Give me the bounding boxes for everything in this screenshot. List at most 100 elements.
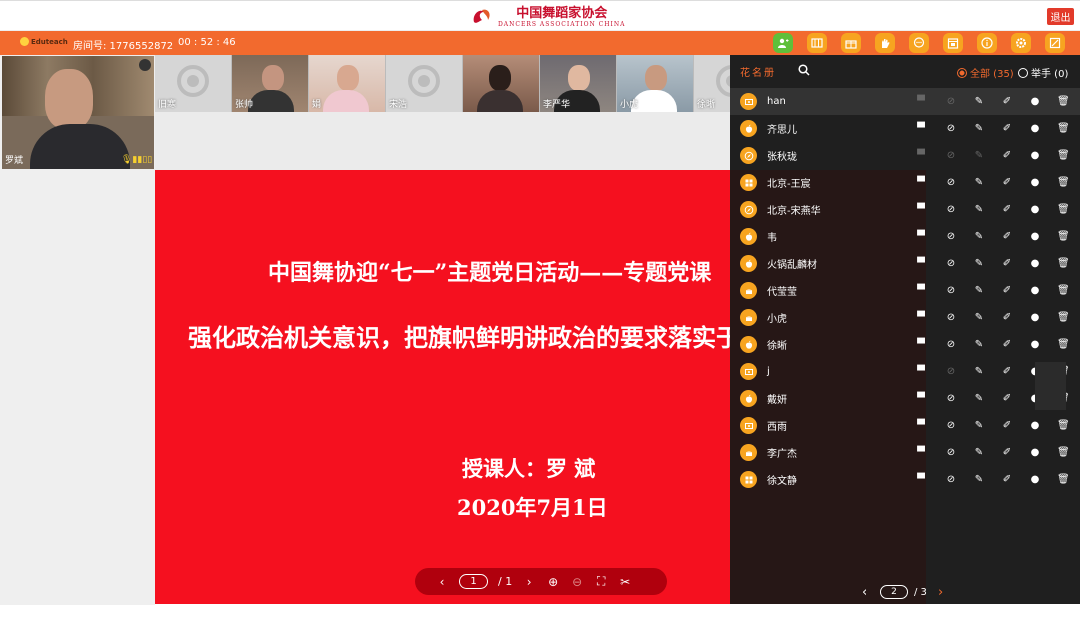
mic-toggle-icon[interactable]: ✎ [973,231,985,242]
search-icon[interactable] [798,64,810,76]
prev-page-icon[interactable]: ‹ [435,575,449,589]
chat-permission-icon[interactable]: ● [1029,123,1041,134]
remove-user-icon[interactable]: 🗑 [1057,204,1070,215]
remove-user-icon[interactable]: 🗑 [1057,420,1070,431]
stage-icon[interactable]: ▀ [915,474,927,485]
roster-row[interactable]: 代莹莹 ▀ ⊘ ✎ ✐ ● 🗑 [730,277,1080,304]
gift-icon[interactable] [841,33,861,53]
fit-screen-icon[interactable]: ⛶ [594,574,608,589]
camera-toggle-icon[interactable]: ⊘ [945,312,957,323]
mic-toggle-icon[interactable]: ✎ [973,447,985,458]
remove-user-icon[interactable]: 🗑 [1057,123,1070,134]
zoom-in-icon[interactable]: ⊕ [546,575,560,589]
stage-icon[interactable]: ▀ [915,339,927,350]
presentation-slide[interactable]: 中国舞协迎“七一”主题党日活动——专题党课 强化政治机关意识，把旗帜鲜明讲政治的… [155,170,730,604]
mic-toggle-icon[interactable]: ✎ [973,285,985,296]
camera-toggle-icon[interactable]: ⊘ [945,474,957,485]
chat-permission-icon[interactable]: ● [1029,204,1041,215]
mic-toggle-icon[interactable]: ✎ [973,339,985,350]
camera-toggle-icon[interactable]: ⊘ [945,447,957,458]
remove-user-icon[interactable]: 🗑 [1057,150,1070,161]
mic-toggle-icon[interactable]: ✎ [973,96,985,107]
roster-page-input[interactable]: 2 [880,585,908,599]
stage-icon[interactable]: ▀ [915,393,927,404]
draw-permission-icon[interactable]: ✐ [1001,96,1013,107]
camera-toggle-icon[interactable]: ⊘ [945,177,957,188]
roster-row[interactable]: 张秋珑 ▀ ⊘ ✎ ✐ ● 🗑 [730,142,1080,169]
zoom-out-icon[interactable]: ⊖ [570,575,584,589]
roster-row[interactable]: 徐文静 ▀ ⊘ ✎ ✐ ● 🗑 [730,466,1080,493]
chat-permission-icon[interactable]: ● [1029,231,1041,242]
stage-icon[interactable]: ▀ [915,204,927,215]
video-tile[interactable]: 小虎 [617,55,694,112]
stage-icon[interactable]: ▀ [915,366,927,377]
camera-toggle-icon[interactable]: ⊘ [945,420,957,431]
mic-toggle-icon[interactable]: ✎ [973,366,985,377]
settings-icon[interactable] [1011,33,1031,53]
camera-toggle-icon[interactable]: ⊘ [945,258,957,269]
video-tile[interactable]: 旧寒 [155,55,232,112]
roster-row[interactable]: 徐晰 ▀ ⊘ ✎ ✐ ● 🗑 [730,331,1080,358]
roster-row[interactable]: j▀⊘✎✐●🗑 [730,358,1080,385]
mic-toggle-icon[interactable]: ✎ [973,150,985,161]
remove-user-icon[interactable]: 🗑 [1057,474,1070,485]
filter-all[interactable]: 全部 (35) [957,65,1014,80]
video-tile[interactable] [463,55,540,112]
camera-toggle-icon[interactable]: ⊘ [945,231,957,242]
remove-user-icon[interactable]: 🗑 [1057,258,1070,269]
remove-user-icon[interactable]: 🗑 [1057,339,1070,350]
camera-switch-icon[interactable] [139,59,151,71]
mic-toggle-icon[interactable]: ✎ [973,474,985,485]
mic-toggle-icon[interactable]: ✎ [973,312,985,323]
draw-permission-icon[interactable]: ✐ [1001,474,1013,485]
stage-icon[interactable]: ▀ [915,150,927,161]
draw-permission-icon[interactable]: ✐ [1001,447,1013,458]
stage-icon[interactable]: ▀ [915,258,927,269]
filter-raised-hand[interactable]: 举手 (0) [1018,65,1068,80]
stage-icon[interactable]: ▀ [915,447,927,458]
draw-permission-icon[interactable]: ✐ [1001,123,1013,134]
chat-permission-icon[interactable]: ● [1029,258,1041,269]
remove-user-icon[interactable]: 🗑 [1057,231,1070,242]
roster-row[interactable]: 小虎 ▀ ⊘ ✎ ✐ ● 🗑 [730,304,1080,331]
info-icon[interactable] [977,33,997,53]
remove-user-icon[interactable]: 🗑 [1057,447,1070,458]
remove-user-icon[interactable]: 🗑 [1057,177,1070,188]
stage-icon[interactable]: ▀ [915,420,927,431]
draw-permission-icon[interactable]: ✐ [1001,177,1013,188]
stage-icon[interactable]: ▀ [915,312,927,323]
scissors-icon[interactable]: ✂ [618,575,632,589]
exit-button[interactable]: 退出 [1047,8,1074,25]
camera-toggle-icon[interactable]: ⊘ [945,123,957,134]
roster-row[interactable]: 齐思儿 ▀ ⊘ ✎ ✐ ● 🗑 [730,115,1080,142]
roster-row[interactable]: 李广杰 ▀ ⊘ ✎ ✐ ● 🗑 [730,439,1080,466]
roster-row[interactable]: 北京-宋燕华 ▀ ⊘ ✎ ✐ ● 🗑 [730,196,1080,223]
roster-row[interactable]: 韦 ▀ ⊘ ✎ ✐ ● 🗑 [730,223,1080,250]
stage-icon[interactable]: ▀ [915,96,927,107]
camera-toggle-icon[interactable]: ⊘ [945,96,957,107]
video-tile[interactable]: 徐晰 [694,55,730,112]
mic-toggle-icon[interactable]: ✎ [973,393,985,404]
remove-user-icon[interactable]: 🗑 [1057,285,1070,296]
draw-permission-icon[interactable]: ✐ [1001,285,1013,296]
chat-permission-icon[interactable]: ● [1029,177,1041,188]
draw-permission-icon[interactable]: ✐ [1001,258,1013,269]
video-tile[interactable]: 娟 [309,55,386,112]
chat-permission-icon[interactable]: ● [1029,285,1041,296]
mic-toggle-icon[interactable]: ✎ [973,123,985,134]
draw-permission-icon[interactable]: ✐ [1001,204,1013,215]
page-input[interactable]: 1 [459,574,488,589]
camera-toggle-icon[interactable]: ⊘ [945,366,957,377]
draw-permission-icon[interactable]: ✐ [1001,393,1013,404]
teacher-video[interactable]: 罗斌 🎙▮▮▯▯ [2,56,154,169]
camera-toggle-icon[interactable]: ⊘ [945,204,957,215]
draw-permission-icon[interactable]: ✐ [1001,366,1013,377]
chat-permission-icon[interactable]: ● [1029,447,1041,458]
users-icon[interactable] [773,33,793,53]
draw-permission-icon[interactable]: ✐ [1001,312,1013,323]
video-tile[interactable]: 张帅 [232,55,309,112]
draw-permission-icon[interactable]: ✐ [1001,339,1013,350]
roster-row[interactable]: 西雨 ▀ ⊘ ✎ ✐ ● 🗑 [730,412,1080,439]
draw-permission-icon[interactable]: ✐ [1001,420,1013,431]
chat-icon[interactable] [909,33,929,53]
